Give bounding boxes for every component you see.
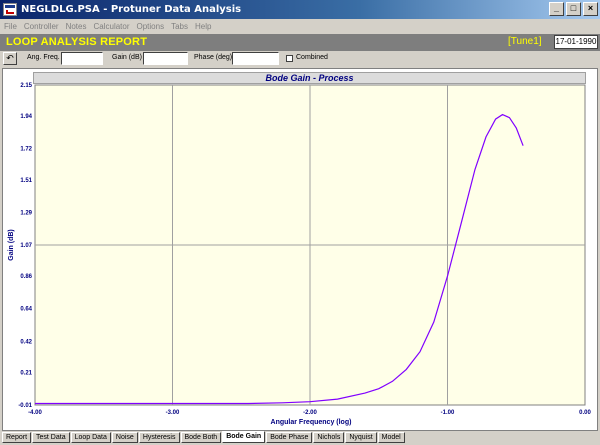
y-tick-label: 0.21 — [20, 370, 32, 376]
tab-nyquist[interactable]: Nyquist — [345, 432, 377, 443]
y-tick-label: -0.01 — [18, 403, 32, 409]
tab-model[interactable]: Model — [377, 432, 405, 443]
y-axis-label: Gain (dB) — [8, 229, 15, 261]
x-tick-label: -4.00 — [28, 410, 42, 416]
y-tick-label: 0.42 — [20, 339, 32, 345]
tab-bode-gain[interactable]: Bode Gain — [222, 431, 266, 443]
tab-test-data[interactable]: Test Data — [32, 432, 70, 443]
tab-bode-both[interactable]: Bode Both — [180, 432, 222, 443]
tab-hysteresis[interactable]: Hysteresis — [138, 432, 180, 443]
x-tick-label: 0.00 — [579, 410, 591, 416]
tab-bar: Report Test Data Loop Data Noise Hysteresis B… — [0, 431, 600, 445]
tab-report[interactable]: Report — [2, 432, 32, 443]
y-tick-label: 1.07 — [20, 243, 32, 249]
y-tick-label: 0.64 — [20, 307, 32, 313]
x-tick-label: -2.00 — [303, 410, 317, 416]
y-tick-label: 1.72 — [20, 147, 32, 153]
y-tick-label: 2.15 — [20, 83, 32, 89]
tab-noise[interactable]: Noise — [111, 432, 138, 443]
y-tick-labels: 2.15 1.94 1.72 1.51 1.29 1.07 0.86 0.64 0.42 0.21… — [18, 83, 32, 409]
x-tick-label: -3.00 — [166, 410, 180, 416]
tab-loop-data[interactable]: Loop Data — [70, 432, 111, 443]
x-tick-label: -1.00 — [441, 410, 455, 416]
x-tick-labels: -4.00 -3.00 -2.00 -1.00 0.00 — [28, 410, 591, 416]
y-tick-label: 0.86 — [20, 274, 32, 280]
tab-nichols[interactable]: Nichols — [313, 432, 345, 443]
bode-gain-chart: 2.15 1.94 1.72 1.51 1.29 1.07 0.86 0.64 0.42 0.21… — [8, 83, 591, 426]
tab-bode-phase[interactable]: Bode Phase — [266, 432, 313, 443]
y-tick-label: 1.51 — [20, 178, 32, 184]
y-tick-label: 1.94 — [20, 114, 32, 120]
y-tick-label: 1.29 — [20, 210, 32, 216]
x-axis-label: Angular Frequency (log) — [271, 419, 352, 426]
